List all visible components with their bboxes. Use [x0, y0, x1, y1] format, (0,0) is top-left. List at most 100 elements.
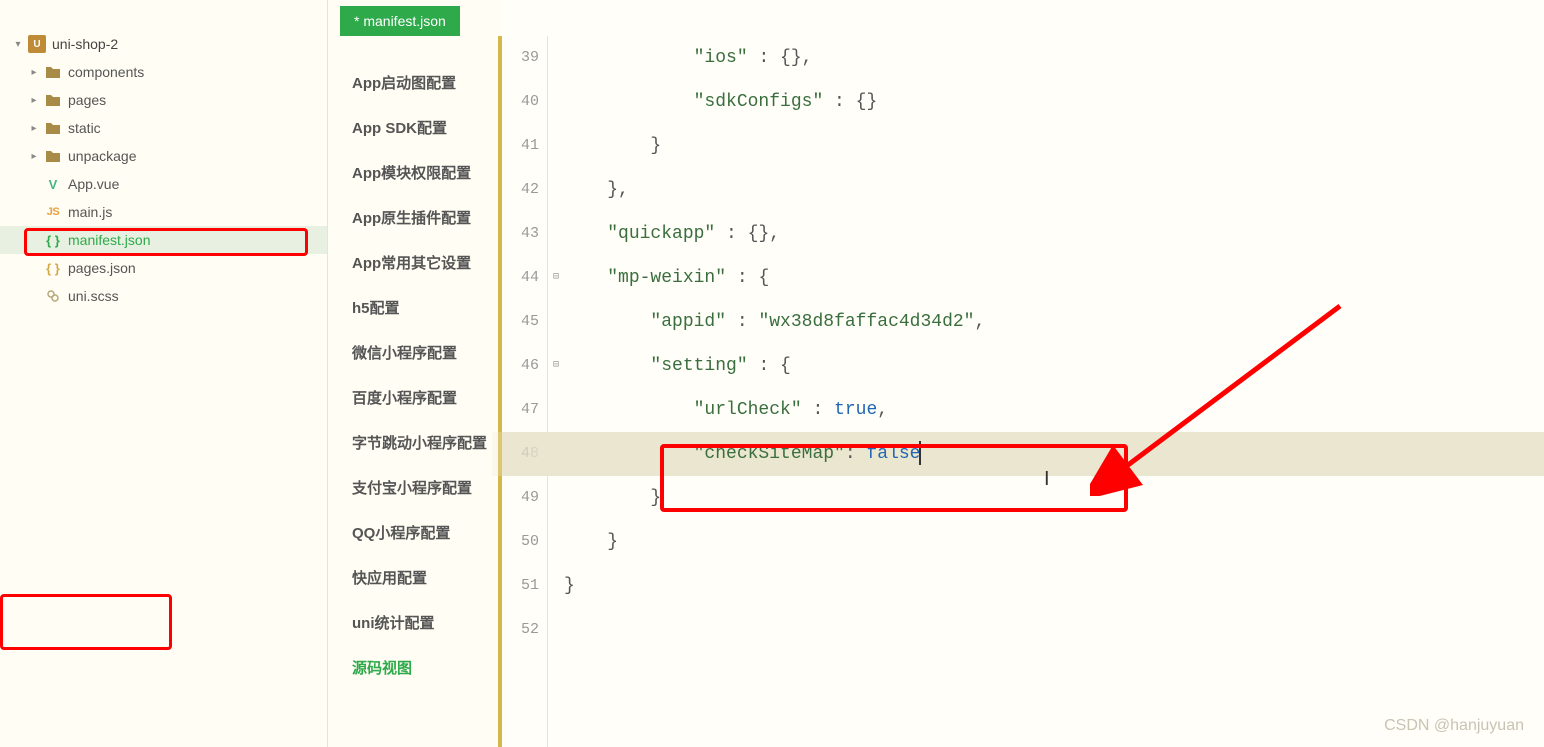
code-line[interactable]: "mp-weixin" : {	[564, 256, 1544, 300]
config-section-item[interactable]: 字节跳动小程序配置	[328, 420, 498, 465]
gutter-line-numbers: 3940414243444546474849505152	[502, 36, 548, 747]
file-label: App.vue	[68, 176, 119, 192]
code-line[interactable]: }	[564, 520, 1544, 564]
line-number: 40	[502, 80, 539, 124]
line-number: 45	[502, 300, 539, 344]
chevron-right-icon: ▸	[28, 122, 40, 134]
fold-marker	[548, 168, 564, 212]
tree-folder[interactable]: ▸ static	[0, 114, 327, 142]
config-section-item[interactable]: 支付宝小程序配置	[328, 465, 498, 510]
fold-marker	[548, 80, 564, 124]
config-section-item[interactable]: App启动图配置	[328, 60, 498, 105]
config-section-item[interactable]: QQ小程序配置	[328, 510, 498, 555]
fold-marker	[548, 476, 564, 520]
config-section-item[interactable]: 快应用配置	[328, 555, 498, 600]
config-section-list: App启动图配置App SDK配置App模块权限配置App原生插件配置App常用…	[328, 36, 502, 747]
code-line[interactable]: "checkSiteMap": false	[564, 432, 1544, 476]
file-label: main.js	[68, 204, 112, 220]
folder-icon	[44, 91, 62, 109]
folder-label: static	[68, 120, 101, 136]
fold-marker	[548, 36, 564, 80]
tree-folder[interactable]: ▸ components	[0, 58, 327, 86]
code-editor[interactable]: 3940414243444546474849505152 ⊟⊟ "ios" : …	[502, 0, 1544, 747]
tree-file[interactable]: uni.scss	[0, 282, 327, 310]
file-label: pages.json	[68, 260, 136, 276]
folder-icon	[44, 147, 62, 165]
tree-project-root[interactable]: ▾ U uni-shop-2	[0, 30, 327, 58]
fold-marker[interactable]: ⊟	[548, 344, 564, 388]
tab-bar: * manifest.json	[328, 0, 502, 36]
vue-icon: V	[44, 175, 62, 193]
scss-icon	[44, 287, 62, 305]
chevron-right-icon: ▸	[28, 150, 40, 162]
config-section-item[interactable]: App原生插件配置	[328, 195, 498, 240]
json-icon: { }	[44, 231, 62, 249]
fold-marker	[548, 212, 564, 256]
chevron-right-icon: ▸	[28, 66, 40, 78]
project-icon: U	[28, 35, 46, 53]
tree-file[interactable]: { } manifest.json	[0, 226, 327, 254]
tree-file[interactable]: { } pages.json	[0, 254, 327, 282]
fold-marker	[548, 124, 564, 168]
line-number: 52	[502, 608, 539, 652]
fold-marker	[548, 564, 564, 608]
line-number: 49	[502, 476, 539, 520]
file-label: manifest.json	[68, 232, 150, 248]
fold-marker	[548, 608, 564, 652]
line-number: 44	[502, 256, 539, 300]
text-cursor-icon: I	[1044, 468, 1050, 491]
code-line[interactable]: "sdkConfigs" : {}	[564, 80, 1544, 124]
line-number: 50	[502, 520, 539, 564]
folder-label: components	[68, 64, 144, 80]
line-number: 47	[502, 388, 539, 432]
code-line[interactable]: "appid" : "wx38d8faffac4d34d2",	[564, 300, 1544, 344]
code-line[interactable]: "urlCheck" : true,	[564, 388, 1544, 432]
js-icon: JS	[44, 203, 62, 221]
folder-label: unpackage	[68, 148, 137, 164]
tab-manifest[interactable]: * manifest.json	[340, 6, 460, 36]
line-number: 43	[502, 212, 539, 256]
tab-label: * manifest.json	[354, 13, 446, 29]
config-section-item[interactable]: App模块权限配置	[328, 150, 498, 195]
code-line[interactable]: }	[564, 564, 1544, 608]
fold-marker	[548, 388, 564, 432]
config-section-item[interactable]: App SDK配置	[328, 105, 498, 150]
config-section-item[interactable]: 百度小程序配置	[328, 375, 498, 420]
config-section-item[interactable]: App常用其它设置	[328, 240, 498, 285]
fold-marker[interactable]: ⊟	[548, 256, 564, 300]
config-section-item[interactable]: 微信小程序配置	[328, 330, 498, 375]
code-line[interactable]: "setting" : {	[564, 344, 1544, 388]
tree-folder[interactable]: ▸ pages	[0, 86, 327, 114]
tree-file[interactable]: JS main.js	[0, 198, 327, 226]
code-line[interactable]: }	[564, 476, 1544, 520]
config-section-item[interactable]: 源码视图	[328, 645, 498, 690]
line-number: 46	[502, 344, 539, 388]
project-name: uni-shop-2	[52, 36, 118, 52]
folder-label: pages	[68, 92, 106, 108]
chevron-right-icon: ▸	[28, 94, 40, 106]
line-number: 42	[502, 168, 539, 212]
line-number: 41	[502, 124, 539, 168]
folder-icon	[44, 63, 62, 81]
code-line[interactable]: "quickapp" : {},	[564, 212, 1544, 256]
app-root: ▾ U uni-shop-2 ▸components▸pages▸static▸…	[0, 0, 1544, 747]
config-sidebar: * manifest.json App启动图配置App SDK配置App模块权限…	[328, 0, 502, 747]
code-line[interactable]: },	[564, 168, 1544, 212]
code-line[interactable]: }	[564, 124, 1544, 168]
text-caret	[919, 441, 921, 465]
tree-file[interactable]: V App.vue	[0, 170, 327, 198]
config-section-item[interactable]: h5配置	[328, 285, 498, 330]
code-line[interactable]: "ios" : {},	[564, 36, 1544, 80]
chevron-down-icon: ▾	[12, 38, 24, 50]
folder-icon	[44, 119, 62, 137]
json-icon: { }	[44, 259, 62, 277]
code-line[interactable]	[564, 608, 1544, 652]
fold-column: ⊟⊟	[548, 36, 564, 747]
tree-folder[interactable]: ▸ unpackage	[0, 142, 327, 170]
code-content[interactable]: "ios" : {}, "sdkConfigs" : {} } }, "quic…	[564, 36, 1544, 747]
config-section-item[interactable]: uni统计配置	[328, 600, 498, 645]
line-number: 51	[502, 564, 539, 608]
file-label: uni.scss	[68, 288, 119, 304]
fold-marker	[548, 300, 564, 344]
fold-marker	[548, 520, 564, 564]
